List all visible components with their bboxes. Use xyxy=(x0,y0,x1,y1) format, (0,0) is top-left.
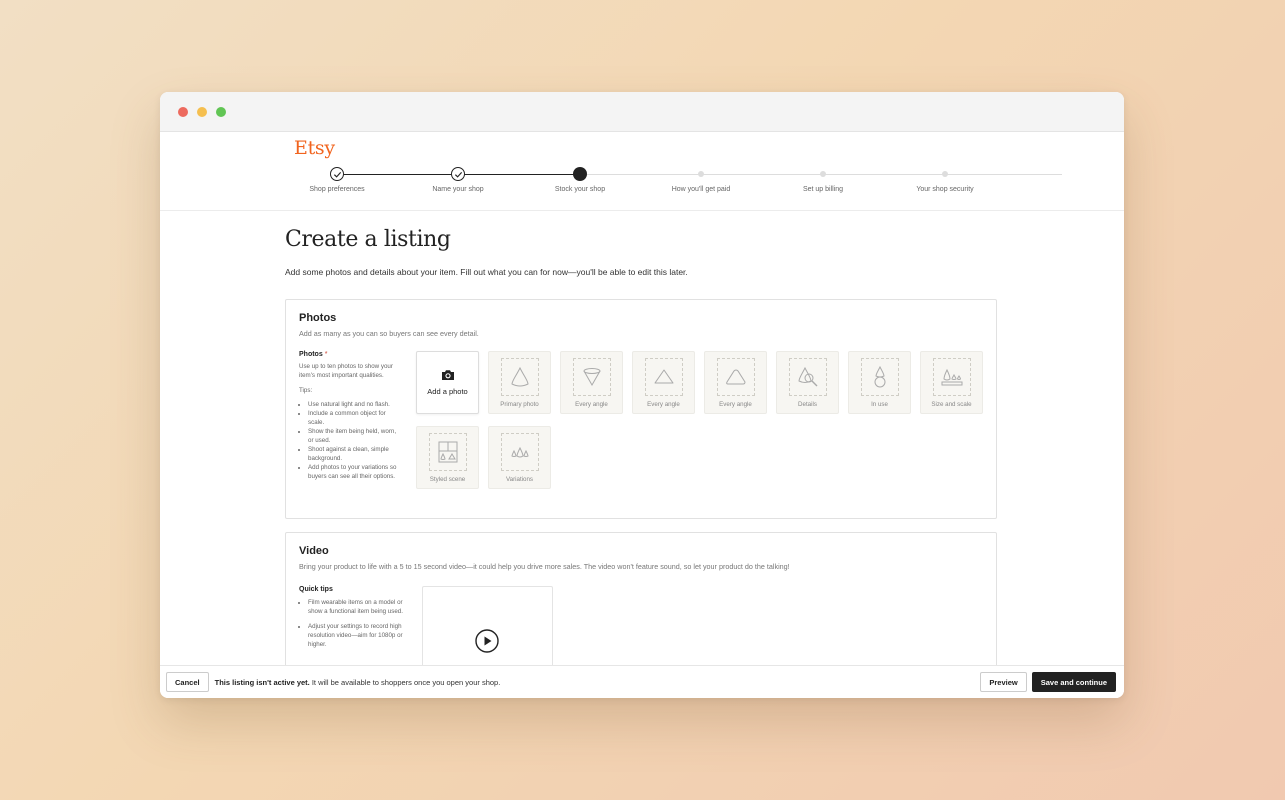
photo-slot-label: Details xyxy=(798,401,817,408)
step-label: Set up billing xyxy=(802,186,844,193)
video-tips: Quick tips Film wearable items on a mode… xyxy=(299,586,417,655)
progress-stepper: Shop preferences Name your shop Stock yo… xyxy=(276,167,1116,198)
video-section: Video Bring your product to life with a … xyxy=(285,532,997,665)
photo-slot-angle-3[interactable]: Every angle xyxy=(704,351,767,414)
step-shop-preferences[interactable]: Shop preferences xyxy=(276,167,398,193)
video-tips-title: Quick tips xyxy=(299,586,333,593)
step-label: Name your shop xyxy=(432,186,484,193)
photos-section-title: Photos xyxy=(299,312,337,324)
scene-icon xyxy=(438,441,457,463)
list-item: Include a common object for scale. xyxy=(308,409,403,427)
video-section-title: Video xyxy=(299,545,329,557)
photo-slot-angle-1[interactable]: Every angle xyxy=(560,351,623,414)
tips-title: Tips: xyxy=(299,387,313,394)
photo-slot-label: Size and scale xyxy=(931,401,972,408)
pending-step-dot-icon xyxy=(698,171,704,177)
save-and-continue-button[interactable]: Save and continue xyxy=(1031,672,1116,692)
photo-slot-label: Variations xyxy=(505,476,534,483)
step-label: How you'll get paid xyxy=(671,186,731,193)
list-item: Shoot against a clean, simple background… xyxy=(308,445,403,463)
step-label: Shop preferences xyxy=(309,186,365,193)
triangle-icon xyxy=(654,369,673,384)
person-icon xyxy=(874,365,885,388)
listing-status-message: This listing isn't active yet. It will b… xyxy=(215,678,501,687)
current-step-dot-icon xyxy=(573,167,587,181)
photos-section: Photos Add as many as you can so buyers … xyxy=(285,299,997,519)
inverted-cone-icon xyxy=(583,368,600,387)
photo-slot-label: Primary photo xyxy=(500,401,539,408)
onboarding-header: Etsy Shop preferences Name your shop Sto… xyxy=(160,132,1124,211)
rounded-triangle-icon xyxy=(725,369,746,385)
photo-slot-label: Styled scene xyxy=(429,476,466,483)
close-window-button[interactable] xyxy=(178,106,188,117)
add-photo-label: Add a photo xyxy=(427,387,468,396)
checkmark-icon xyxy=(451,167,465,181)
preview-button[interactable]: Preview xyxy=(980,672,1027,692)
photo-slot-details[interactable]: Details xyxy=(776,351,839,414)
add-photo-button[interactable]: Add a photo xyxy=(416,351,479,414)
photo-slot-angle-2[interactable]: Every angle xyxy=(632,351,695,414)
photos-help-text: Use up to ten photos to show your item's… xyxy=(299,363,393,379)
photo-slot-styled-scene[interactable]: Styled scene xyxy=(416,426,479,489)
video-section-subtitle: Bring your product to life with a 5 to 1… xyxy=(299,562,790,571)
step-how-youll-get-paid: How you'll get paid xyxy=(640,168,762,193)
list-item: Adjust your settings to record high reso… xyxy=(308,622,417,649)
etsy-logo[interactable]: Etsy xyxy=(294,137,335,159)
checkmark-icon xyxy=(330,167,344,181)
page-content: Etsy Shop preferences Name your shop Sto… xyxy=(160,132,1124,665)
pending-step-dot-icon xyxy=(820,171,826,177)
play-icon[interactable] xyxy=(475,629,499,653)
list-item: Film wearable items on a model or show a… xyxy=(308,598,417,616)
photo-slot-primary[interactable]: Primary photo xyxy=(488,351,551,414)
photos-help-title: Photos * xyxy=(299,351,403,358)
variations-icon xyxy=(510,446,529,458)
step-set-up-billing: Set up billing xyxy=(762,168,884,193)
step-stock-your-shop[interactable]: Stock your shop xyxy=(519,167,641,193)
photo-slot-label: Every angle xyxy=(647,401,680,408)
ruler-icon xyxy=(941,368,962,386)
page-subtitle: Add some photos and details about your i… xyxy=(285,267,688,277)
photos-help-title-text: Photos xyxy=(299,351,323,358)
camera-icon xyxy=(441,370,454,380)
photo-slot-size-scale[interactable]: Size and scale xyxy=(920,351,983,414)
step-label: Your shop security xyxy=(916,186,974,193)
photos-help: Photos * Use up to ten photos to show yo… xyxy=(299,351,403,481)
photo-tips-list: Use natural light and no flash. Include … xyxy=(299,400,403,481)
photo-slot-label: Every angle xyxy=(575,401,608,408)
photo-slot-label: In use xyxy=(871,401,888,408)
photos-section-subtitle: Add as many as you can so buyers can see… xyxy=(299,329,479,338)
footer-actions: Preview Save and continue xyxy=(980,672,1116,692)
cone-icon xyxy=(510,366,529,387)
step-label: Stock your shop xyxy=(554,186,606,193)
required-mark: * xyxy=(324,351,328,358)
photo-slot-label: Every angle xyxy=(719,401,752,408)
list-item: Show the item being held, worn, or used. xyxy=(308,427,403,445)
photo-slot-in-use[interactable]: In use xyxy=(848,351,911,414)
video-upload-area[interactable] xyxy=(422,586,553,665)
window-titlebar xyxy=(160,92,1124,132)
step-your-shop-security: Your shop security xyxy=(884,168,1006,193)
list-item: Use natural light and no flash. xyxy=(308,400,403,409)
video-tips-list: Film wearable items on a model or show a… xyxy=(299,598,417,649)
browser-window: Etsy Shop preferences Name your shop Sto… xyxy=(160,92,1124,698)
list-item: Add photos to your variations so buyers … xyxy=(308,463,403,481)
status-bold: This listing isn't active yet. xyxy=(214,677,310,687)
maximize-window-button[interactable] xyxy=(216,106,226,117)
magnifier-icon xyxy=(797,366,817,387)
listing-form: Create a listing Add some photos and det… xyxy=(285,227,997,665)
cancel-button[interactable]: Cancel xyxy=(166,672,209,692)
listing-footer-bar: Cancel This listing isn't active yet. It… xyxy=(160,665,1124,698)
status-rest: It will be available to shoppers once yo… xyxy=(309,677,501,687)
photo-slot-variations[interactable]: Variations xyxy=(488,426,551,489)
minimize-window-button[interactable] xyxy=(197,106,207,117)
page-title: Create a listing xyxy=(285,227,451,252)
pending-step-dot-icon xyxy=(942,171,948,177)
step-name-your-shop[interactable]: Name your shop xyxy=(397,167,519,193)
